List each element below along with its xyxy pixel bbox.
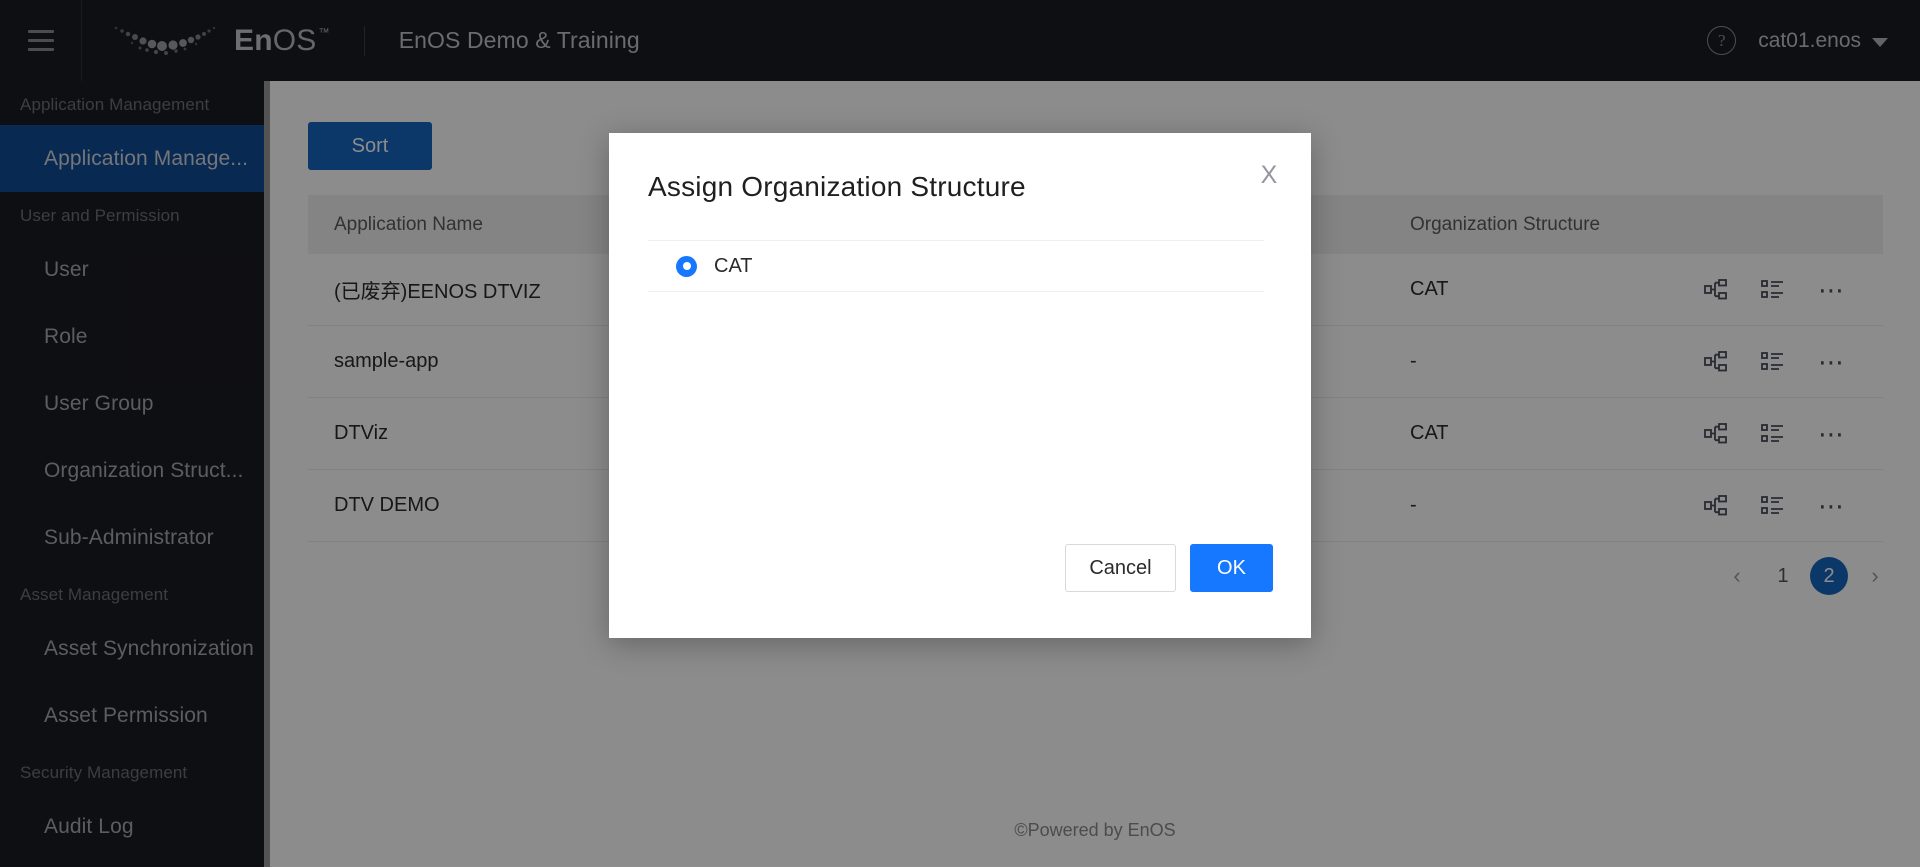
organization-option-cat[interactable]: CAT	[648, 241, 1264, 292]
assign-organization-structure-dialog: Assign Organization Structure X CAT Canc…	[609, 133, 1311, 638]
dialog-actions: Cancel OK	[1065, 544, 1273, 592]
ok-button[interactable]: OK	[1190, 544, 1273, 592]
organization-option-label: CAT	[714, 254, 753, 277]
app-root: En OS ™ EnOS Demo & Training ? cat01.enos …	[0, 0, 1920, 867]
close-icon[interactable]: X	[1252, 158, 1286, 192]
radio-selected-icon[interactable]	[676, 255, 697, 277]
cancel-button[interactable]: Cancel	[1065, 544, 1176, 592]
dialog-title: Assign Organization Structure	[648, 171, 1026, 202]
organization-option-list: CAT	[648, 240, 1264, 292]
